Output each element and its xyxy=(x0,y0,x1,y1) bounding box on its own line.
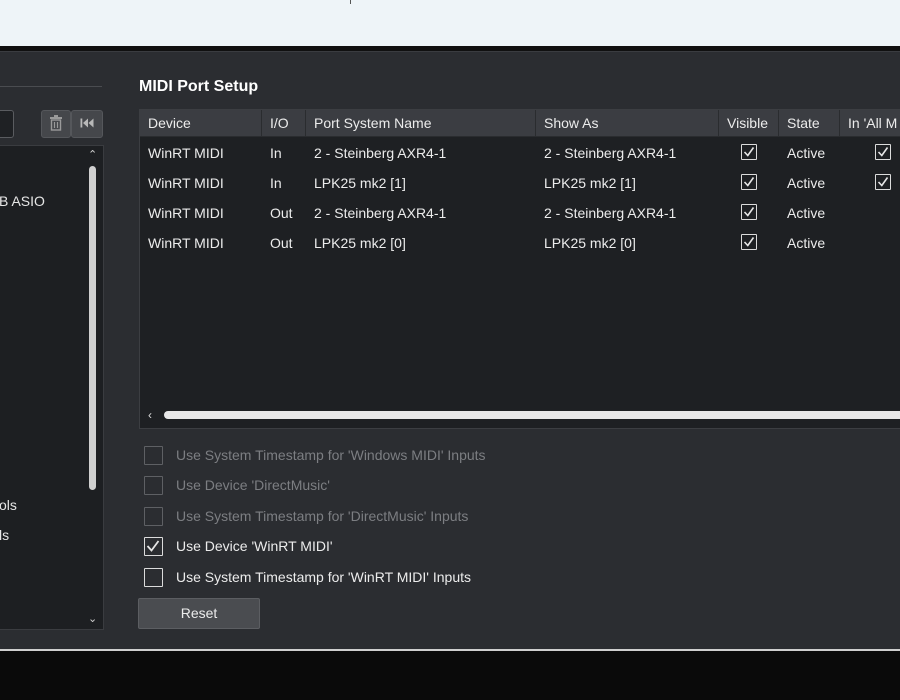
option-checkbox xyxy=(144,476,163,496)
table-header: Device I/O Port System Name Show As Visi… xyxy=(140,110,900,137)
cell-io: Out xyxy=(270,235,293,251)
top-strip xyxy=(0,0,900,47)
device-tree-item[interactable]: ols xyxy=(0,497,17,513)
cell-device: WinRT MIDI xyxy=(148,235,224,251)
cell-device: WinRT MIDI xyxy=(148,145,224,161)
cell-io: In xyxy=(270,175,282,191)
midi-port-table: Device I/O Port System Name Show As Visi… xyxy=(139,109,900,429)
skip-to-start-icon xyxy=(80,117,94,131)
horizontal-scroll-thumb[interactable] xyxy=(164,411,900,419)
cell-port: LPK25 mk2 [0] xyxy=(314,235,406,251)
in-all-midi-checkbox[interactable] xyxy=(875,144,891,160)
skip-to-start-button[interactable] xyxy=(71,110,103,138)
chevron-up-icon[interactable]: ⌃ xyxy=(88,148,97,161)
cell-io: Out xyxy=(270,205,293,221)
cell-show-as[interactable]: 2 - Steinberg AXR4-1 xyxy=(536,138,676,168)
cell-port: 2 - Steinberg AXR4-1 xyxy=(314,145,447,161)
cell-port: LPK25 mk2 [1] xyxy=(314,175,406,191)
chevron-down-icon[interactable]: ⌄ xyxy=(88,612,97,625)
option-label: Use System Timestamp for 'WinRT MIDI' In… xyxy=(176,568,472,585)
option-label: Use System Timestamp for 'Windows MIDI' … xyxy=(176,447,486,463)
option-label: Use System Timestamp for 'DirectMusic' I… xyxy=(176,507,469,524)
cell-io: In xyxy=(270,145,282,161)
cell-device: WinRT MIDI xyxy=(148,205,224,221)
column-header-port-name[interactable]: Port System Name xyxy=(306,110,536,136)
cell-show-as[interactable]: LPK25 mk2 [0] xyxy=(536,228,636,258)
table-row[interactable]: WinRT MIDI Out LPK25 mk2 [0] LPK25 mk2 [0] A… xyxy=(140,228,900,258)
device-tree-item[interactable]: B ASIO xyxy=(0,193,45,209)
column-header-state[interactable]: State xyxy=(779,110,840,136)
panel-title: MIDI Port Setup xyxy=(139,78,259,95)
trash-icon xyxy=(49,114,63,134)
cell-state: Active xyxy=(787,235,826,251)
option-checkbox[interactable] xyxy=(144,537,163,557)
column-header-in-all-midi[interactable]: In 'All M xyxy=(840,110,900,136)
column-header-io[interactable]: I/O xyxy=(262,110,306,136)
bottom-divider xyxy=(0,649,900,651)
visible-checkbox[interactable] xyxy=(741,204,757,220)
cell-state: Active xyxy=(787,175,826,191)
top-strip-tick xyxy=(350,0,351,4)
cell-state: Active xyxy=(787,145,826,161)
horizontal-scrollbar[interactable]: ‹ xyxy=(140,406,900,426)
option-label: Use Device 'WinRT MIDI' xyxy=(176,538,333,555)
cell-show-as[interactable]: LPK25 mk2 [1] xyxy=(536,168,636,198)
in-all-midi-checkbox[interactable] xyxy=(875,174,891,190)
cell-port: 2 - Steinberg AXR4-1 xyxy=(314,205,447,221)
option-label: Use Device 'DirectMusic' xyxy=(176,477,330,494)
vertical-scrollbar[interactable]: ⌃ ⌄ xyxy=(85,146,101,629)
cell-device: WinRT MIDI xyxy=(148,175,224,191)
table-row[interactable]: WinRT MIDI In 2 - Steinberg AXR4-1 2 - Stei… xyxy=(140,138,900,168)
column-header-device[interactable]: Device xyxy=(140,110,262,136)
cell-show-as[interactable]: 2 - Steinberg AXR4-1 xyxy=(536,198,676,228)
option-checkbox[interactable] xyxy=(144,567,163,587)
column-header-visible[interactable]: Visible xyxy=(719,110,779,136)
option-checkbox xyxy=(144,506,163,526)
table-row[interactable]: WinRT MIDI In LPK25 mk2 [1] LPK25 mk2 [1] Ac… xyxy=(140,168,900,198)
delete-button[interactable] xyxy=(41,110,71,138)
visible-checkbox[interactable] xyxy=(741,234,757,250)
device-tree-list[interactable]: B ASIO ols ls ⌃ ⌄ xyxy=(0,145,104,630)
left-panel-input[interactable] xyxy=(0,110,14,138)
option-checkbox xyxy=(144,446,163,465)
reset-button[interactable]: Reset xyxy=(138,598,260,629)
cell-state: Active xyxy=(787,205,826,221)
visible-checkbox[interactable] xyxy=(741,144,757,160)
table-row[interactable]: WinRT MIDI Out 2 - Steinberg AXR4-1 2 - Ste… xyxy=(140,198,900,228)
visible-checkbox[interactable] xyxy=(741,174,757,190)
chevron-left-icon[interactable]: ‹ xyxy=(148,408,152,422)
device-tree-item[interactable]: ls xyxy=(0,527,9,543)
left-panel-separator xyxy=(0,86,102,87)
midi-port-setup-dialog: B ASIO ols ls ⌃ ⌄ MIDI Port Setup Device I… xyxy=(0,51,900,650)
vertical-scroll-thumb[interactable] xyxy=(89,166,96,490)
column-header-show-as[interactable]: Show As xyxy=(536,110,719,136)
